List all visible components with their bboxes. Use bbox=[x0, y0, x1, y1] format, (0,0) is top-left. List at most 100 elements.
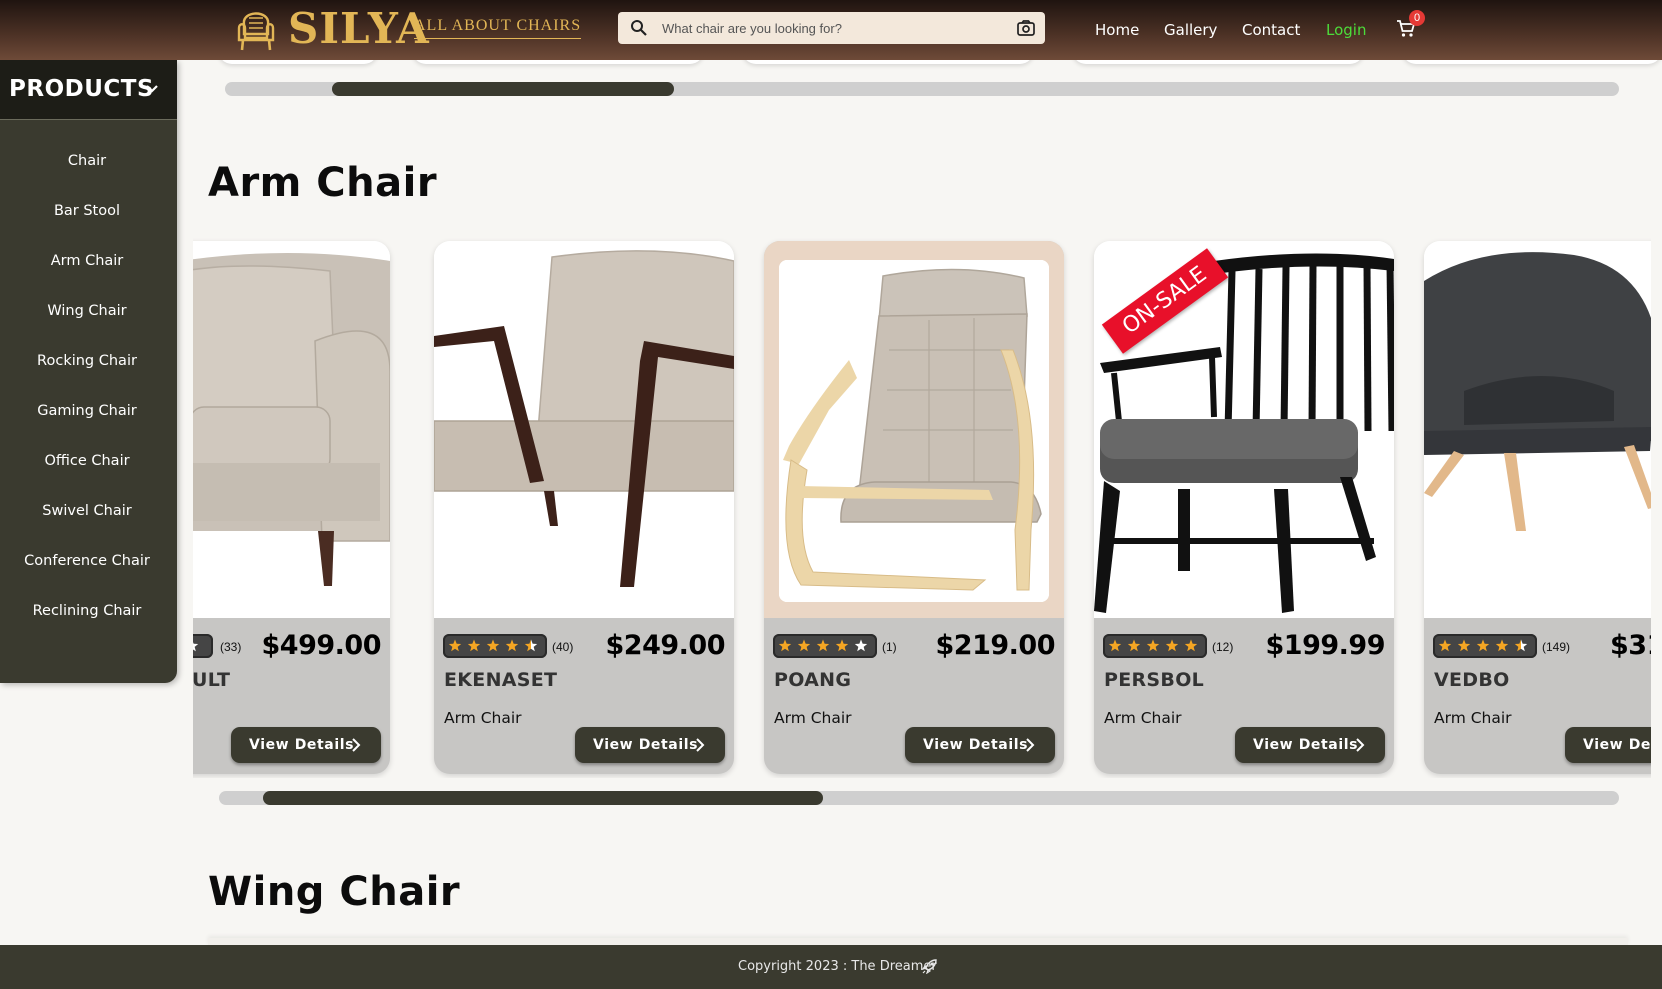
product-image[interactable] bbox=[764, 241, 1064, 618]
chevron-right-icon bbox=[696, 738, 705, 752]
review-count: (12) bbox=[1212, 640, 1234, 654]
product-card-featured[interactable]: (1) $219.00 POANG Arm Chair View Details bbox=[764, 241, 1064, 774]
vedbo-chair-image bbox=[1424, 241, 1651, 618]
star-icon bbox=[816, 639, 830, 652]
chevron-down-icon bbox=[146, 85, 158, 93]
product-price: $31 bbox=[1610, 630, 1651, 661]
view-details-button[interactable]: View Details bbox=[905, 727, 1055, 763]
product-name: EKENASET bbox=[444, 669, 558, 691]
review-count: (33) bbox=[220, 640, 242, 654]
section-title-arm-chair: Arm Chair bbox=[208, 160, 438, 206]
nav-login[interactable]: Login bbox=[1326, 19, 1366, 41]
view-details-button[interactable]: View Details bbox=[1235, 727, 1385, 763]
view-details-button[interactable]: View Det bbox=[1565, 727, 1651, 763]
products-sidebar: PRODUCTS Chair Bar Stool Arm Chair Wing … bbox=[0, 60, 177, 683]
product-card[interactable]: ON-SALE (12) $199.99 PERSBOL Arm Chair V… bbox=[1094, 241, 1394, 774]
star-icon bbox=[1127, 639, 1141, 652]
poang-chair-image bbox=[779, 260, 1049, 602]
sidebar-item-swivel-chair[interactable]: Swivel Chair bbox=[0, 499, 174, 523]
review-count: (1) bbox=[882, 640, 897, 654]
nav-home[interactable]: Home bbox=[1095, 19, 1139, 41]
view-details-label: View Details bbox=[249, 737, 355, 753]
star-icon bbox=[1495, 639, 1509, 652]
products-heading: PRODUCTS bbox=[9, 76, 155, 102]
star-icon bbox=[505, 639, 519, 652]
rocket-icon bbox=[922, 959, 937, 974]
star-icon bbox=[1165, 639, 1179, 652]
star-icon bbox=[1184, 639, 1198, 652]
sidebar-item-arm-chair[interactable]: Arm Chair bbox=[0, 249, 174, 273]
star-icon bbox=[524, 639, 538, 652]
armchair-logo-icon[interactable] bbox=[236, 6, 276, 52]
brand-name[interactable]: SILYA bbox=[288, 4, 430, 54]
product-image[interactable] bbox=[1424, 241, 1651, 618]
copyright-text: Copyright 2023 : The Dreamer bbox=[738, 959, 937, 974]
search-input[interactable] bbox=[662, 16, 998, 40]
product-category: Arm Chair bbox=[774, 709, 852, 727]
sidebar-item-reclining-chair[interactable]: Reclining Chair bbox=[0, 599, 174, 623]
product-image[interactable] bbox=[434, 241, 734, 618]
view-details-button[interactable]: View Details bbox=[575, 727, 725, 763]
view-details-label: View Det bbox=[1583, 737, 1651, 753]
product-image[interactable]: ON-SALE bbox=[1094, 241, 1394, 618]
star-icon bbox=[193, 642, 199, 652]
star-rating bbox=[1103, 634, 1207, 658]
product-name: VEDBO bbox=[1434, 669, 1510, 691]
section-title-wing-chair: Wing Chair bbox=[208, 869, 461, 915]
footer: Copyright 2023 : The Dreamer bbox=[0, 945, 1662, 989]
product-card[interactable]: (33) $499.00 ULT View Details bbox=[193, 241, 390, 774]
sidebar-item-rocking-chair[interactable]: Rocking Chair bbox=[0, 349, 174, 373]
search-bar bbox=[618, 12, 1045, 44]
product-image-frame bbox=[779, 260, 1049, 602]
star-icon bbox=[1457, 639, 1471, 652]
product-name: PERSBOL bbox=[1104, 669, 1205, 691]
chair-section-scrollbar-thumb[interactable] bbox=[332, 82, 674, 96]
star-rating bbox=[1433, 634, 1537, 658]
star-icon bbox=[1146, 639, 1160, 652]
product-price: $249.00 bbox=[605, 630, 726, 661]
review-count: (40) bbox=[552, 640, 574, 654]
product-category: Arm Chair bbox=[1104, 709, 1182, 727]
star-icon bbox=[1514, 639, 1528, 652]
search-icon[interactable] bbox=[630, 19, 648, 37]
star-icon bbox=[854, 639, 868, 652]
product-category: Arm Chair bbox=[444, 709, 522, 727]
product-card[interactable]: (40) $249.00 EKENASET Arm Chair View Det… bbox=[434, 241, 734, 774]
product-price: $499.00 bbox=[261, 630, 382, 661]
arm-chair-scrollbar-thumb[interactable] bbox=[263, 791, 823, 805]
sidebar-item-bar-stool[interactable]: Bar Stool bbox=[0, 199, 174, 223]
ekenaset-chair-image bbox=[434, 241, 734, 618]
top-header: SILYA All About Chairs Home Gallery Cont… bbox=[0, 0, 1662, 60]
star-icon bbox=[1438, 639, 1452, 652]
sidebar-item-gaming-chair[interactable]: Gaming Chair bbox=[0, 399, 174, 423]
sidebar-item-chair[interactable]: Chair bbox=[0, 149, 174, 173]
arm-chair-carousel[interactable]: (33) $499.00 ULT View Details (40) $249.… bbox=[193, 238, 1651, 778]
camera-icon[interactable] bbox=[1016, 19, 1036, 37]
brand-tagline: All About Chairs bbox=[414, 17, 582, 39]
sidebar-item-wing-chair[interactable]: Wing Chair bbox=[0, 299, 174, 323]
product-card[interactable]: (149) $31 VEDBO Arm Chair View Det bbox=[1424, 241, 1651, 774]
cart-count-badge: 0 bbox=[1409, 10, 1425, 26]
star-rating bbox=[193, 634, 213, 658]
star-rating bbox=[773, 634, 877, 658]
view-details-label: View Details bbox=[923, 737, 1029, 753]
view-details-label: View Details bbox=[593, 737, 699, 753]
product-name: POANG bbox=[774, 669, 852, 691]
star-icon bbox=[486, 639, 500, 652]
product-name: ULT bbox=[193, 669, 231, 691]
star-icon bbox=[448, 639, 462, 652]
chevron-right-icon bbox=[352, 738, 361, 752]
view-details-label: View Details bbox=[1253, 737, 1359, 753]
sofa-chair-image bbox=[193, 241, 390, 618]
star-icon bbox=[1108, 639, 1122, 652]
products-dropdown-header[interactable]: PRODUCTS bbox=[0, 60, 177, 120]
nav-gallery[interactable]: Gallery bbox=[1164, 19, 1217, 41]
sidebar-item-conference-chair[interactable]: Conference Chair bbox=[0, 549, 174, 573]
product-price: $219.00 bbox=[935, 630, 1056, 661]
star-icon bbox=[835, 639, 849, 652]
product-image[interactable] bbox=[193, 241, 390, 618]
view-details-button[interactable]: View Details bbox=[231, 727, 381, 763]
nav-contact[interactable]: Contact bbox=[1242, 19, 1300, 41]
sidebar-item-office-chair[interactable]: Office Chair bbox=[0, 449, 174, 473]
star-icon bbox=[1476, 639, 1490, 652]
